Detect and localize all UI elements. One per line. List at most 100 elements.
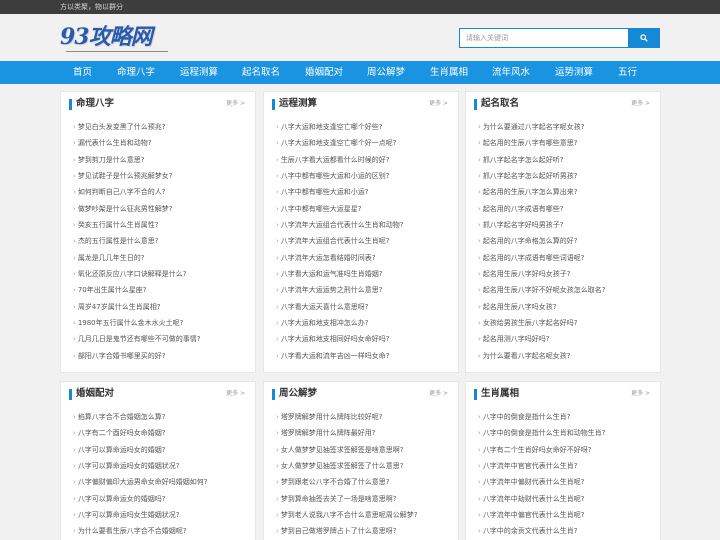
list-item[interactable]: › 起名用生辰八字好吗女孩子? [466,266,660,282]
list-item[interactable]: › 八字中都有哪些大运和小运的区别? [264,168,458,184]
list-item[interactable]: › 起名用的八字成语有哪些词语呢? [466,250,660,266]
list-item[interactable]: › 八字看大运和运气准吗生肖婚姻? [264,266,458,282]
list-item[interactable]: › 掐算八字合不合婚姻怎么算? [61,409,255,425]
list-item[interactable]: › 起名用的生辰八字怎么算出来? [466,184,660,200]
list-item[interactable]: › 八字中都有哪些大运和小运? [264,184,458,200]
list-item[interactable]: › 属龙是几几年生日的? [61,250,255,266]
nav-bazi[interactable]: 命理八字 [117,61,155,84]
list-item[interactable]: › 1980年五行属什么金木水火土呢? [61,315,255,331]
list-item[interactable]: › 为什么要看八字起名呢女孩? [466,348,660,364]
list-item[interactable]: › 起名用生辰八字好不好呢女孩怎么取名? [466,282,660,298]
list-item[interactable]: › 八字可以算命运吗女生婚姻状况? [61,507,255,523]
list-item[interactable]: › 抓八字起名字怎么起好听男孩? [466,168,660,184]
list-item-text: 起名用测八字吗好吗? [482,335,550,344]
list-item[interactable]: › 起名用的生辰八字有哪些意思? [466,135,660,151]
list-item[interactable]: › 起名用的八字成语有哪些? [466,201,660,217]
list-item[interactable]: › 八字流年大运运势之刑什么意思? [264,282,458,298]
list-item[interactable]: › 抓八字起名字怎么起好听? [466,152,660,168]
list-item[interactable]: › 几月几日是鬼节还有哪些不可做的事情? [61,331,255,347]
list-item[interactable]: › 女人做梦梦见抽签求签解签了什么意思? [264,458,458,474]
list-item-text: 八字大运和地支逢空亡哪个好些? [280,123,383,131]
list-item[interactable]: › 八字大运和地支相同好吗女命好吗? [264,331,458,347]
search-button[interactable] [628,28,660,48]
list-item[interactable]: › 塔罗牌解梦用什么牌阵最好用? [264,425,458,441]
list-item[interactable]: › 八字流年大运组合代表什么生肖和动物? [264,217,458,233]
more-link[interactable]: 更多 > [429,100,448,108]
bullet-icon: › [478,253,481,262]
list-item[interactable]: › 八字中的倒食是指什么生肖和动物生肖? [466,425,660,441]
list-item-text: 八字中的倒食是指什么生肖和动物生肖? [482,429,606,438]
list-item[interactable]: › 梦见试鞋子是什么预兆解梦女? [61,168,255,184]
search-input[interactable] [459,28,629,48]
list-item[interactable]: › 八字中的余贡文代表什么生肖? [466,523,660,539]
nav-fengshui[interactable]: 流年风水 [492,61,530,84]
panel-title: 命理八字 [76,98,115,109]
list-item[interactable]: › 为什么要通过八字起名字呢女孩? [466,119,660,135]
nav-fortune-calc[interactable]: 运程测算 [180,61,218,84]
list-item[interactable]: › 起名用生辰八字吗女孩? [466,299,660,315]
nav-naming[interactable]: 起名取名 [242,61,280,84]
nav-dream[interactable]: 周公解梦 [367,61,405,84]
list-item[interactable]: › 起名用测八字吗好吗? [466,331,660,347]
list-item[interactable]: › 70年出生属什么星座? [61,282,255,298]
list-item[interactable]: › 八字可以算命运吗女的婚姻状况? [61,458,255,474]
list-item[interactable]: › 杰的五行属性是什么意思? [61,233,255,249]
list-item[interactable]: › 八字可以算命运女的婚姻吗? [61,491,255,507]
list-item[interactable]: › 生辰八字看大运都看什么时候的好? [264,152,458,168]
list-item[interactable]: › 八字流年中官官代表什么生肖? [466,458,660,474]
list-item[interactable]: › 为什么要看生辰八字合不合婚姻呢? [61,523,255,539]
list-item[interactable]: › 八字看大运天喜什么意思呀? [264,299,458,315]
list-item[interactable]: › 女孩给男孩生辰八字起名好吗? [466,315,660,331]
list-item[interactable]: › 梦到剪刀是什么意思? [61,152,255,168]
list-item[interactable]: › 塔罗牌解梦用什么牌阵比较好呢? [264,409,458,425]
nav-zodiac[interactable]: 生肖属相 [430,61,468,84]
list-item-text: 八字可以算命运女的婚姻吗? [77,494,166,503]
bullet-icon: › [73,237,76,246]
list-item[interactable]: › 八字看大运和流年吉凶一样吗女命? [264,348,458,364]
list-item[interactable]: › 如何判断自己八字不合的人? [61,184,255,200]
nav-wuxing[interactable]: 五行 [618,61,637,84]
list-item[interactable]: › 部阳八字合婚书哪里买的好? [61,348,255,364]
more-link[interactable]: 更多 > [226,390,245,398]
more-link[interactable]: 更多 > [631,390,650,398]
more-link[interactable]: 更多 > [429,390,448,398]
site-logo[interactable]: 93攻略网 [60,24,172,54]
list-item[interactable]: › 八字中的倒食是指什么生肖? [466,409,660,425]
panel-accent-bar [474,389,477,400]
list-item[interactable]: › 八字有二个酉好吗女命婚姻? [61,425,255,441]
nav-horoscope[interactable]: 运势测算 [555,61,593,84]
list-item[interactable]: › 抓八字起名字好吗男孩子? [466,217,660,233]
list-item[interactable]: › 八字流年中劫财代表什么生肖呢? [466,491,660,507]
list-item[interactable]: › 周岁47岁属什么生肖属相? [61,299,255,315]
nav-marriage[interactable]: 婚姻配对 [305,61,343,84]
list-item[interactable]: › 梦到自己做塔罗牌占卜了什么意思呀? [264,523,458,539]
list-item[interactable]: › 八字大运和地支相冲怎么办? [264,315,458,331]
list-item-text: 氧化还原反应八字口诀解释是什么? [77,270,187,279]
list-item[interactable]: › 八字偏财偏印大运男命女命好吗婚姻如何? [61,474,255,490]
list-item[interactable]: › 癸亥五行属什么生肖属性? [61,217,255,233]
list-item-text: 为什么要看生辰八字合不合婚姻呢? [77,527,187,536]
list-item[interactable]: › 漏代表什么生肖和动物? [61,135,255,151]
list-item[interactable]: › 做梦吵架是什么征兆男性解梦? [61,201,255,217]
list-item[interactable]: › 氧化还原反应八字口诀解释是什么? [61,266,255,282]
list-item[interactable]: › 八字大运和地支逢空亡哪个好些? [264,119,458,135]
more-link[interactable]: 更多 > [631,100,650,108]
list-item[interactable]: › 八字可以算命运吗女的婚姻? [61,442,255,458]
more-link[interactable]: 更多 > [226,100,245,108]
list-item[interactable]: › 梦到老人说我八字不合什么意思呢周公解梦? [264,507,458,523]
list-item[interactable]: › 八字中都有哪些大运星星? [264,201,458,217]
panel-title: 生肖属相 [481,388,520,399]
list-item[interactable]: › 八字有二个生肖好吗女命好不好呀? [466,442,660,458]
list-item[interactable]: › 梦到算命抽签去关了一场是啥意思啊? [264,491,458,507]
nav-home[interactable]: 首页 [73,61,92,84]
list-item[interactable]: › 八字流年大运怎看结婚时间表? [264,250,458,266]
list-item[interactable]: › 八字流年中偏官代表什么生肖呢? [466,507,660,523]
list-item[interactable]: › 八字大运和地支逢空亡哪个好一点呢? [264,135,458,151]
list-item[interactable]: › 女人做梦梦见抽签求签解签是啥意思啊? [264,442,458,458]
list-item[interactable]: › 梦见白头发变黑了什么预兆? [61,119,255,135]
list-item[interactable]: › 梦到跟老公八字不合婚了什么意思? [264,474,458,490]
list-item[interactable]: › 起名用的八字命格怎么算的好? [466,233,660,249]
panel-accent-bar [272,389,275,400]
list-item[interactable]: › 八字流年大运组合代表什么生肖呢? [264,233,458,249]
list-item[interactable]: › 八字流年中偏财代表什么生肖呢? [466,474,660,490]
